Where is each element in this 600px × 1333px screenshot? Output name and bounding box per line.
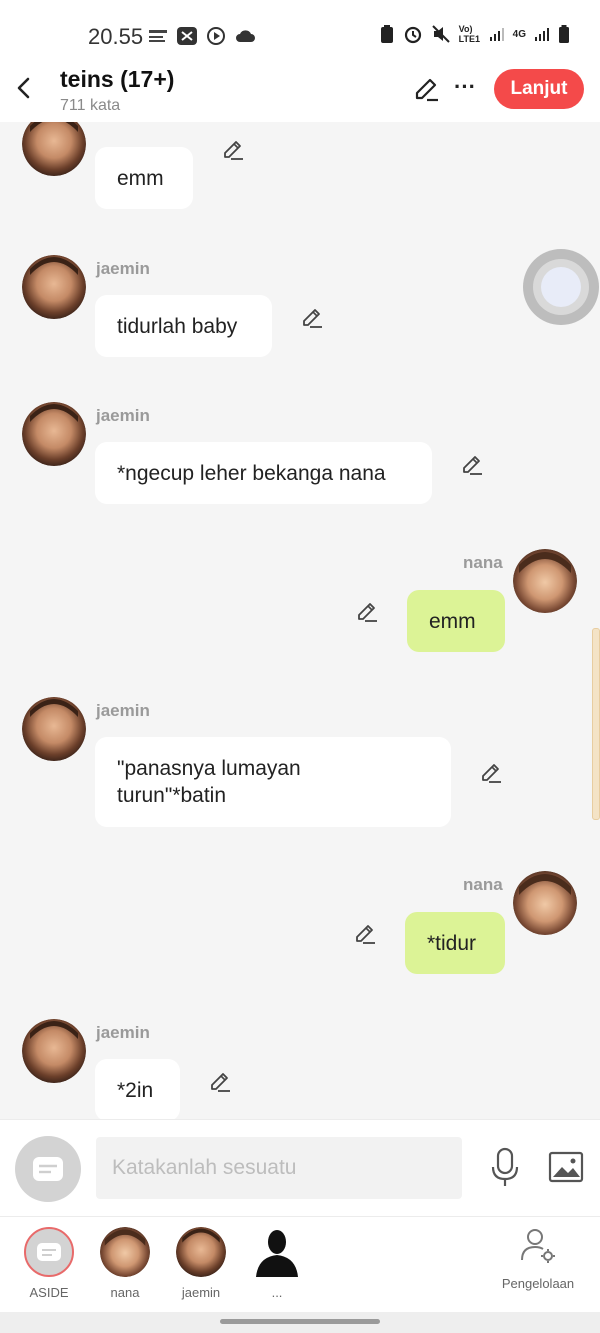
jaemin-avatar[interactable]: [22, 1019, 86, 1083]
sender-name: jaemin: [96, 701, 150, 720]
jaemin-avatar: [176, 1227, 226, 1277]
aside-toggle-button[interactable]: [15, 1136, 81, 1202]
message-bubble[interactable]: tidurlah baby: [95, 295, 272, 357]
status-system-icons: Vo) LTE1 4G: [379, 24, 570, 44]
jaemin-avatar[interactable]: [22, 402, 86, 466]
message-composer: [0, 1119, 600, 1217]
character-label: jaemin: [181, 1285, 221, 1300]
nana-avatar[interactable]: [513, 871, 577, 935]
chat-area[interactable]: jaemin emm jaemin tidurlah baby jaemin *…: [0, 122, 600, 1119]
jaemin-avatar[interactable]: [22, 697, 86, 761]
aside-chat-icon: [33, 1157, 63, 1181]
nana-avatar: [100, 1227, 150, 1277]
sender-name: nana: [463, 553, 503, 572]
next-button[interactable]: Lanjut: [494, 69, 584, 109]
character-label: ASIDE: [29, 1285, 69, 1300]
edit-message-icon[interactable]: [478, 760, 504, 786]
edit-message-icon[interactable]: [352, 921, 378, 947]
sender-name: jaemin: [96, 1023, 150, 1042]
mute-icon: [431, 25, 450, 43]
play-icon: [207, 27, 225, 45]
message-bubble[interactable]: emm: [95, 147, 193, 209]
floating-button-core: [541, 267, 581, 307]
status-notification-icons: [148, 26, 256, 46]
user-settings-icon: [521, 1229, 555, 1263]
floating-button-ring: [533, 259, 589, 315]
capcut-icon: [177, 27, 197, 45]
notification-app-icon: [149, 30, 167, 42]
aside-avatar: [24, 1227, 74, 1277]
cloud-icon: [236, 30, 255, 42]
message-bubble[interactable]: emm: [407, 590, 505, 652]
character-bar: ASIDE nana jaemin ... Pengelolaan: [0, 1216, 600, 1313]
battery-icon: [559, 25, 569, 43]
more-options-icon[interactable]: ···: [452, 76, 478, 104]
manage-button[interactable]: Pengelolaan: [496, 1225, 580, 1291]
scrollbar[interactable]: [592, 628, 600, 820]
signal-icon-2: [535, 28, 549, 41]
edit-message-icon[interactable]: [299, 305, 325, 331]
edit-message-icon[interactable]: [220, 137, 246, 163]
volte-label: Vo) LTE1: [458, 24, 480, 44]
edit-icon[interactable]: [412, 76, 440, 104]
floating-assistive-button[interactable]: [523, 249, 599, 325]
character-label: nana: [110, 1285, 140, 1300]
character-label: ...: [271, 1285, 283, 1300]
character-aside[interactable]: ASIDE: [19, 1227, 79, 1300]
manage-label: Pengelolaan: [501, 1276, 575, 1291]
microphone-icon[interactable]: [488, 1146, 522, 1190]
status-bar: 20.55 Vo) LTE1 4G: [0, 0, 600, 64]
edit-message-icon[interactable]: [354, 599, 380, 625]
alarm-icon: [404, 26, 421, 44]
sender-name: nana: [463, 875, 503, 894]
home-gesture-pill[interactable]: [220, 1319, 380, 1324]
network-label: 4G: [512, 28, 526, 40]
system-nav-bar: [0, 1312, 600, 1333]
chat-header: teins (17+) 711 kata ··· Lanjut: [0, 64, 600, 122]
edit-message-icon[interactable]: [459, 452, 485, 478]
word-count: 711 kata: [60, 97, 121, 114]
sender-name: jaemin: [96, 406, 150, 425]
signal-icon: [489, 28, 504, 41]
message-bubble[interactable]: *2in: [95, 1059, 180, 1119]
image-icon[interactable]: [548, 1150, 584, 1184]
battery-saver-icon: [380, 25, 393, 43]
character-more[interactable]: ...: [247, 1227, 307, 1300]
character-jaemin[interactable]: jaemin: [171, 1227, 231, 1300]
story-title: teins (17+): [60, 66, 175, 92]
status-time: 20.55: [88, 24, 144, 49]
back-arrow-icon[interactable]: [10, 74, 38, 102]
jaemin-avatar[interactable]: [22, 122, 86, 176]
edit-message-icon[interactable]: [207, 1069, 233, 1095]
message-bubble[interactable]: *ngecup leher bekanga nana: [95, 442, 432, 504]
sender-name: jaemin: [96, 259, 150, 278]
message-bubble[interactable]: "panasnya lumayan turun"*batin: [95, 737, 451, 827]
jaemin-avatar[interactable]: [22, 255, 86, 319]
nana-avatar[interactable]: [513, 549, 577, 613]
message-bubble[interactable]: *tidur: [405, 912, 505, 974]
silhouette-avatar: [252, 1227, 302, 1277]
character-nana[interactable]: nana: [95, 1227, 155, 1300]
message-input[interactable]: [96, 1137, 462, 1199]
